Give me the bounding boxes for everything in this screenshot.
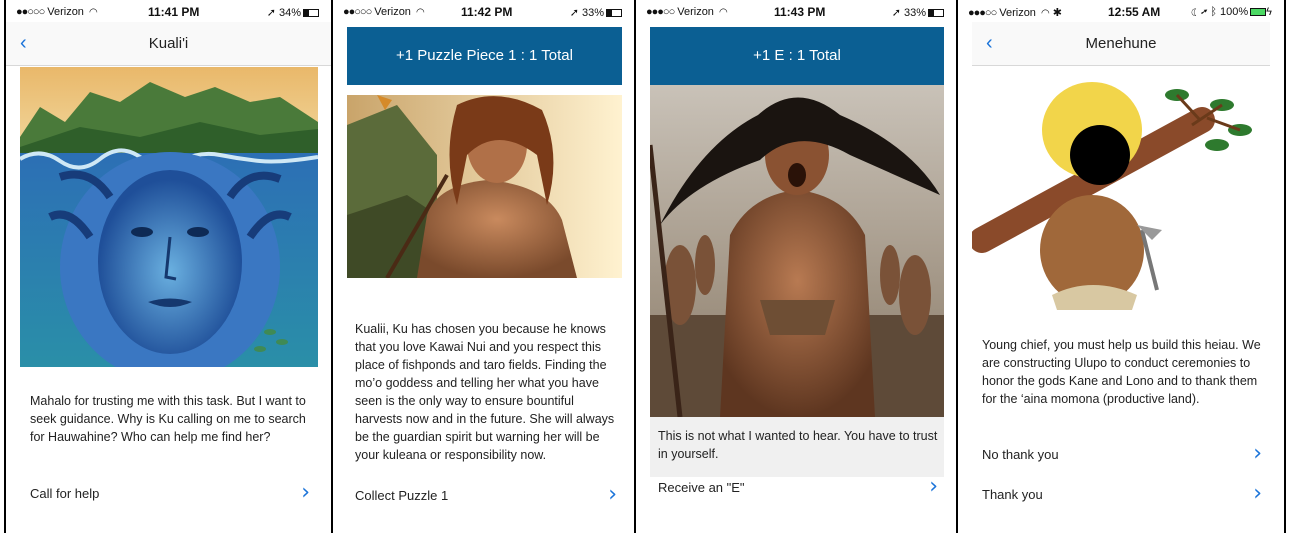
charging-icon: ϟ bbox=[1266, 6, 1272, 18]
warrior-charge-image bbox=[650, 85, 944, 417]
kualii-painting-image bbox=[20, 67, 318, 367]
battery-icon bbox=[1250, 8, 1267, 17]
reward-banner: +1 Puzzle Piece 1 : 1 Total bbox=[347, 27, 622, 85]
battery-icon bbox=[303, 9, 319, 18]
story-text: This is not what I wanted to hear. You h… bbox=[658, 429, 938, 461]
choice-label[interactable]: Thank you bbox=[982, 487, 1043, 502]
wifi-icon: ◠ bbox=[89, 7, 98, 18]
status-bar: ●●●○○ Verizon ◠ ✱ 12:55 AM ☾ ➚ ᛒ 100% ϟ bbox=[958, 0, 1284, 22]
location-icon: ➚ bbox=[891, 7, 901, 19]
story-text: Young chief, you must help us build this… bbox=[982, 338, 1261, 406]
screen-receive-e: ●●●○○ Verizon ◠ 11:43 PM ➚ 33% +1 E : 1 T… bbox=[634, 0, 958, 533]
loading-icon: ✱ bbox=[1052, 7, 1063, 19]
choice-collect-puzzle[interactable]: Collect Puzzle 1 › bbox=[355, 478, 617, 514]
screen-puzzle-piece: ●●○○○ Verizon ◠ 11:42 PM ➚ 33% +1 Puzzle … bbox=[331, 0, 636, 533]
chevron-right-icon[interactable]: › bbox=[301, 480, 310, 505]
battery-icon bbox=[928, 9, 944, 18]
battery-percent: 100% bbox=[1220, 6, 1249, 18]
status-time: 11:42 PM bbox=[461, 5, 513, 19]
nav-bar: ‹ Menehune bbox=[972, 22, 1270, 66]
choice-call-for-help[interactable]: Call for help › bbox=[30, 476, 310, 512]
status-time: 12:55 AM bbox=[1108, 5, 1161, 19]
wifi-icon: ◠ bbox=[719, 7, 728, 18]
signal-icon: ●●●○○ bbox=[968, 7, 997, 19]
location-icon: ➚ bbox=[266, 7, 276, 19]
reward-banner: +1 E : 1 Total bbox=[650, 27, 944, 85]
choice-thank-you[interactable]: Thank you › bbox=[982, 477, 1262, 513]
battery-percent: 33% bbox=[903, 7, 926, 19]
choice-label[interactable]: Call for help bbox=[30, 486, 99, 501]
location-icon: ➚ bbox=[1200, 6, 1208, 18]
warrior-image bbox=[347, 95, 622, 278]
wifi-icon: ◠ bbox=[1041, 8, 1050, 19]
choice-label[interactable]: No thank you bbox=[982, 447, 1059, 462]
page-title: Kuali'i bbox=[148, 35, 189, 52]
location-icon: ➚ bbox=[569, 7, 579, 19]
signal-icon: ●●○○○ bbox=[16, 6, 45, 18]
choice-receive-e[interactable]: Receive an "E" › bbox=[658, 470, 938, 506]
page-title: Menehune bbox=[1085, 35, 1157, 52]
chevron-right-icon[interactable]: › bbox=[929, 474, 938, 499]
nav-bar: ‹ Kuali'i bbox=[6, 22, 331, 66]
wifi-icon: ◠ bbox=[416, 7, 425, 18]
carrier-label: Verizon bbox=[677, 6, 714, 18]
story-text: Kualii, Ku has chosen you because he kno… bbox=[355, 322, 615, 462]
story-text: Mahalo for trusting me with this task. B… bbox=[30, 394, 306, 444]
screen-kualii: ●●○○○Verizon ◠ 11:41 PM ➚ 34% ‹ Kuali'i bbox=[4, 0, 333, 533]
status-bar: ●●●○○ Verizon ◠ 11:43 PM ➚ 33% bbox=[636, 0, 956, 22]
bluetooth-icon: ᛒ bbox=[1210, 6, 1217, 18]
carrier-label: Verizon bbox=[47, 6, 84, 18]
battery-percent: 34% bbox=[278, 7, 301, 19]
choice-no-thank-you[interactable]: No thank you › bbox=[982, 437, 1262, 473]
carrier-label: Verizon bbox=[999, 7, 1036, 19]
signal-icon: ●●○○○ bbox=[343, 6, 372, 18]
menehune-cartoon-image bbox=[972, 70, 1272, 310]
chevron-right-icon[interactable]: › bbox=[1253, 441, 1262, 466]
battery-percent: 33% bbox=[581, 7, 604, 19]
status-bar: ●●○○○ Verizon ◠ 11:41 PM ➚ 34% bbox=[6, 0, 331, 22]
battery-icon bbox=[606, 9, 622, 18]
choice-label[interactable]: Collect Puzzle 1 bbox=[355, 488, 448, 503]
status-time: 11:41 PM bbox=[148, 5, 200, 19]
signal-icon: ●●●○○ bbox=[646, 6, 675, 18]
chevron-right-icon[interactable]: › bbox=[1253, 481, 1262, 506]
moon-icon: ☾ bbox=[1191, 6, 1198, 18]
carrier-label: Verizon bbox=[374, 6, 411, 18]
status-time: 11:43 PM bbox=[774, 5, 826, 19]
screen-menehune: ●●●○○ Verizon ◠ ✱ 12:55 AM ☾ ➚ ᛒ 100% ϟ ‹ … bbox=[956, 0, 1286, 533]
choice-label[interactable]: Receive an "E" bbox=[658, 480, 745, 495]
chevron-right-icon[interactable]: › bbox=[608, 482, 617, 507]
status-bar: ●●○○○ Verizon ◠ 11:42 PM ➚ 33% bbox=[333, 0, 634, 22]
